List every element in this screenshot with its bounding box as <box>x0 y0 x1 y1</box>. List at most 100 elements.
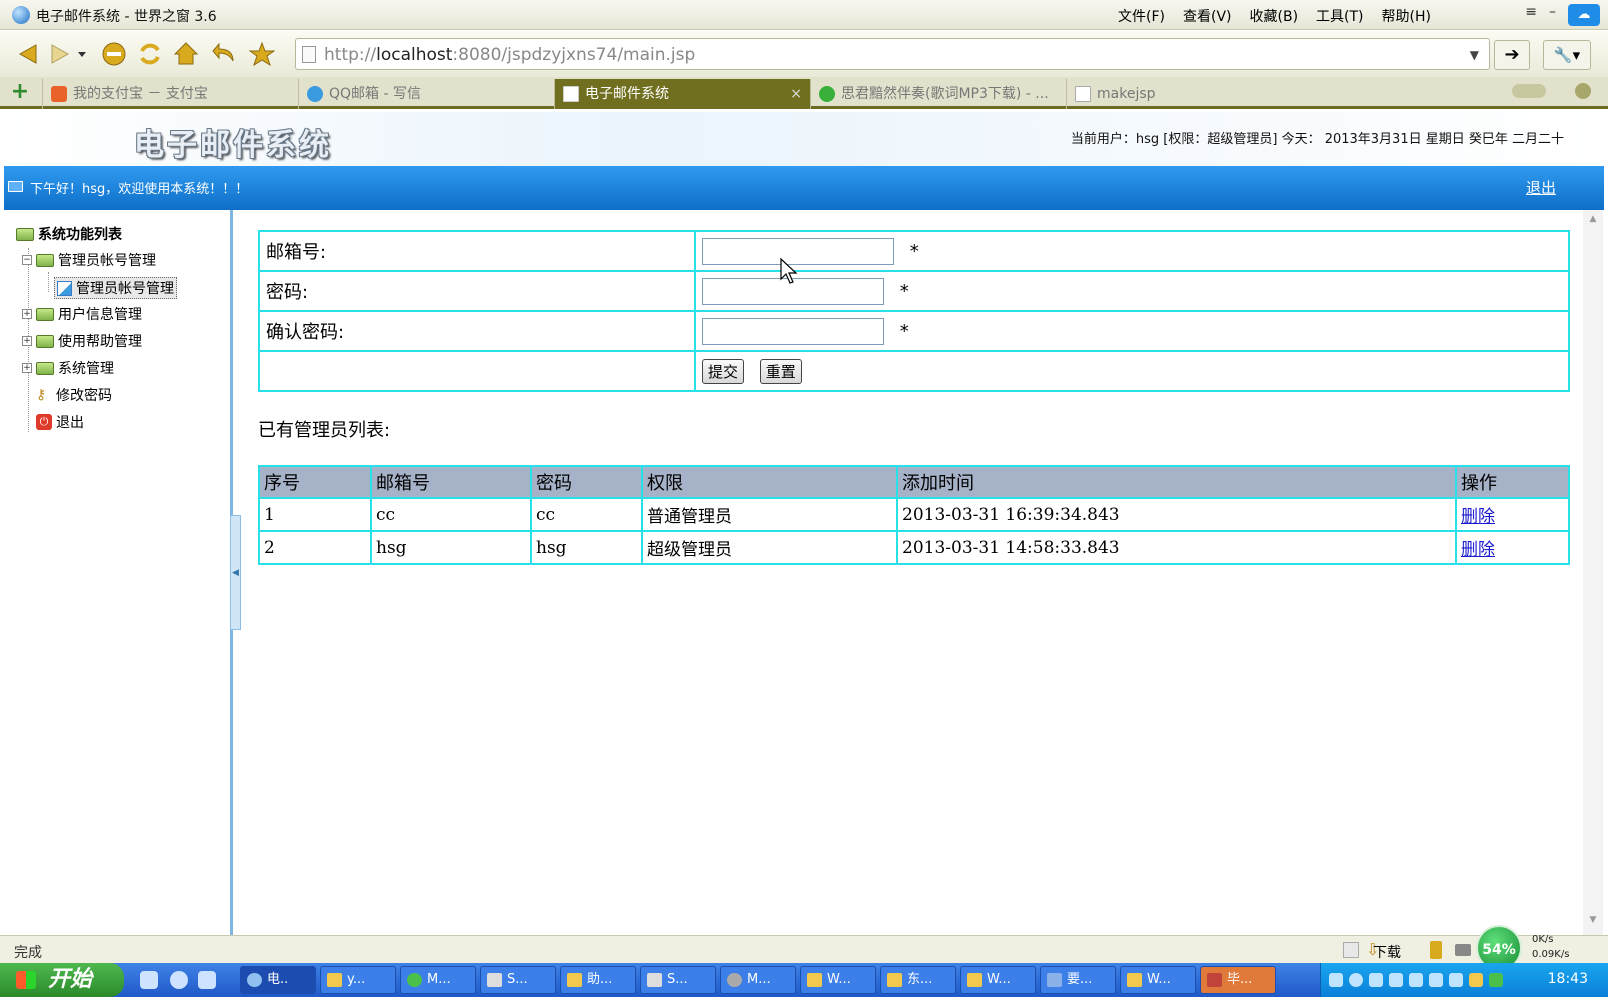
taskbar-button[interactable]: 毕... <box>1200 966 1276 994</box>
delete-link[interactable]: 删除 <box>1461 507 1495 527</box>
menu-favorites[interactable]: 收藏(B) <box>1250 6 1299 26</box>
taskbar-button[interactable]: W... <box>960 966 1036 994</box>
printer-icon[interactable] <box>1455 944 1471 956</box>
taskbar-button[interactable]: y... <box>320 966 396 994</box>
favorites-star-icon[interactable] <box>248 40 276 68</box>
clock[interactable]: 18:43 <box>1548 971 1588 987</box>
start-button[interactable]: 开始 <box>0 963 124 997</box>
music-site-icon <box>819 86 835 102</box>
tab-alipay[interactable]: 我的支付宝 － 支付宝 <box>42 79 298 109</box>
tray-icon[interactable] <box>1429 973 1443 987</box>
sidebar-item-change-password[interactable]: ⚷ 修改密码 <box>36 385 112 405</box>
url-text[interactable]: http://localhost:8080/jspdzyjxns74/main.… <box>324 45 695 65</box>
key-icon: ⚷ <box>36 387 47 403</box>
sidebar-root[interactable]: 系统功能列表 <box>16 224 122 244</box>
column-header: 权限 <box>641 465 898 499</box>
delete-link[interactable]: 删除 <box>1461 540 1495 560</box>
sidebar-item-admin-account-manage[interactable]: 管理员帐号管理 <box>54 277 177 299</box>
tray-icon[interactable] <box>1369 973 1383 987</box>
window-menu-icon[interactable]: ≡ <box>1525 4 1537 26</box>
taskbar-button[interactable]: W... <box>800 966 876 994</box>
go-icon[interactable]: ➔ <box>1494 40 1530 70</box>
browser-icon[interactable] <box>170 971 188 989</box>
undo-close-icon[interactable] <box>210 40 238 68</box>
expand-icon[interactable]: + <box>22 363 32 373</box>
notes-icon[interactable] <box>1430 941 1442 959</box>
sidebar-item-help[interactable]: + 使用帮助管理 <box>22 331 142 351</box>
app-icon <box>727 973 742 987</box>
cell-index: 1 <box>258 497 372 532</box>
sidebar-item-system[interactable]: + 系统管理 <box>22 358 114 378</box>
menu-tools[interactable]: 工具(T) <box>1316 6 1363 26</box>
quicklaunch-icon[interactable] <box>140 971 158 989</box>
taskbar-button[interactable]: 电.. <box>240 966 316 994</box>
sidebar-collapse-handle[interactable]: ◀ <box>230 515 241 630</box>
taskbar-button[interactable]: S... <box>640 966 716 994</box>
column-header: 密码 <box>530 465 643 499</box>
security-icon[interactable] <box>1469 973 1483 987</box>
window-title-bar: 电子邮件系统 - 世界之窗 3.6 文件(F) 查看(V) 收藏(B) 工具(T… <box>0 0 1608 30</box>
menu-help[interactable]: 帮助(H) <box>1382 6 1431 26</box>
home-icon[interactable] <box>172 40 200 68</box>
tray-icon[interactable] <box>1449 973 1463 987</box>
email-field[interactable] <box>702 237 894 265</box>
tab-list-icon[interactable] <box>1575 83 1591 99</box>
tab-music[interactable]: 思君黯然伴奏(歌词MP3下载) - ... <box>810 79 1066 109</box>
quicklaunch-icon[interactable] <box>198 971 216 989</box>
folder-icon <box>887 973 902 987</box>
taskbar-button[interactable]: S... <box>480 966 556 994</box>
taskbar-button[interactable]: 助... <box>560 966 636 994</box>
app-icon <box>487 973 502 987</box>
taskbar-button[interactable]: M... <box>400 966 476 994</box>
address-dropdown-icon[interactable]: ▼ <box>1470 48 1479 62</box>
confirm-password-label: 确认密码: <box>258 310 696 352</box>
taskbar-button[interactable]: 东... <box>880 966 956 994</box>
tab-qqmail[interactable]: QQ邮箱 - 写信 <box>298 79 554 109</box>
sidebar-item-user-info[interactable]: + 用户信息管理 <box>22 304 142 324</box>
keyboard-icon[interactable] <box>1329 973 1343 987</box>
close-tab-icon[interactable]: × <box>790 79 802 109</box>
download-label[interactable]: 下载 <box>1373 942 1401 962</box>
tab-makejsp[interactable]: makejsp <box>1066 79 1322 109</box>
tray-icon[interactable] <box>1389 973 1403 987</box>
status-bar: 完成 ⇩ 下载 <box>0 935 1608 963</box>
tray-icon[interactable] <box>1349 973 1363 987</box>
tab-scroll-icon[interactable] <box>1512 84 1546 98</box>
taskbar-button[interactable]: 要... <box>1040 966 1116 994</box>
reset-button[interactable]: 重置 <box>759 358 802 384</box>
tools-wrench-icon[interactable]: 🔧▾ <box>1543 40 1591 70</box>
collapse-icon[interactable]: − <box>22 255 32 265</box>
scroll-down-icon[interactable]: ▼ <box>1583 915 1603 931</box>
menu-view[interactable]: 查看(V) <box>1183 6 1232 26</box>
stop-icon[interactable] <box>100 40 128 68</box>
scroll-up-icon[interactable]: ▲ <box>1583 214 1603 230</box>
system-tray: 18:43 <box>1320 963 1608 997</box>
taskbar-button[interactable]: W... <box>1120 966 1196 994</box>
sidebar-item-admin-accounts[interactable]: − 管理员帐号管理 <box>22 250 156 270</box>
address-bar[interactable]: http://localhost:8080/jspdzyjxns74/main.… <box>295 38 1490 70</box>
expand-icon[interactable]: + <box>22 336 32 346</box>
screenshot-icon[interactable] <box>1343 942 1359 958</box>
cloud-icon[interactable]: ☁ <box>1568 4 1600 26</box>
taskbar-button[interactable]: M... <box>720 966 796 994</box>
volume-icon[interactable] <box>1409 973 1423 987</box>
back-icon[interactable] <box>14 40 42 68</box>
confirm-password-field[interactable] <box>702 317 884 345</box>
minimize-icon[interactable]: – <box>1549 4 1556 26</box>
submit-button[interactable]: 提交 <box>702 358 745 384</box>
refresh-icon[interactable] <box>136 40 164 68</box>
new-tab-icon[interactable]: + <box>8 81 32 105</box>
tab-email-system[interactable]: 电子邮件系统 × <box>554 79 810 109</box>
expand-icon[interactable]: + <box>22 309 32 319</box>
menu-file[interactable]: 文件(F) <box>1118 6 1165 26</box>
sidebar-item-label: 使用帮助管理 <box>58 334 142 350</box>
shield-icon[interactable] <box>1489 973 1503 987</box>
page-scrollbar[interactable]: ▲ ▼ <box>1583 210 1603 935</box>
logout-link[interactable]: 退出 <box>1526 177 1556 198</box>
required-mark: * <box>899 320 909 342</box>
network-speed: 0K/s 0.09K/s <box>1532 932 1569 962</box>
forward-icon[interactable] <box>46 40 74 68</box>
sidebar-item-logout[interactable]: ⏻ 退出 <box>36 412 84 432</box>
greeting-text: 下午好！hsg，欢迎使用本系统！！！ <box>30 182 249 197</box>
history-dropdown-icon[interactable] <box>74 40 90 68</box>
